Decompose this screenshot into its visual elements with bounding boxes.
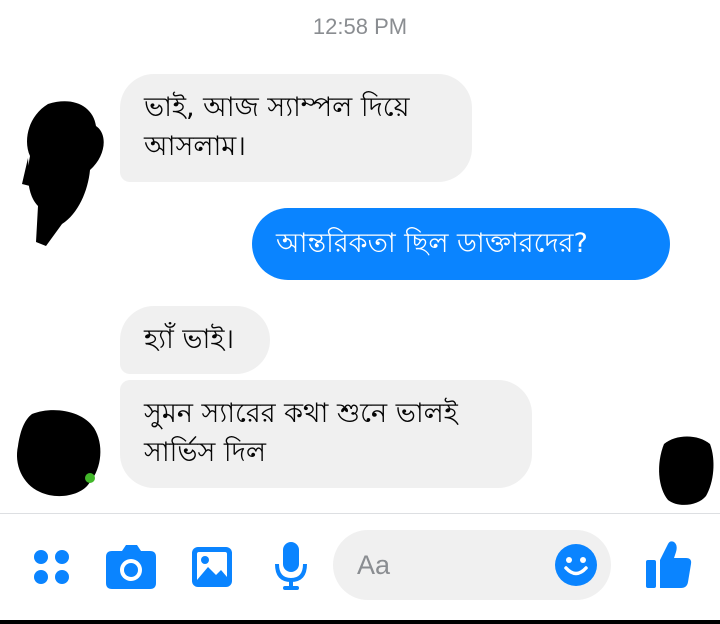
outgoing-message-bubble[interactable]: আন্তরিকতা ছিল ডাক্তারদের?	[252, 208, 670, 280]
camera-icon[interactable]	[106, 545, 156, 589]
incoming-message-bubble[interactable]: হ্যাঁ ভাই।	[120, 306, 270, 374]
emoji-icon[interactable]	[555, 544, 597, 586]
like-icon[interactable]	[646, 540, 692, 588]
redacted-seen-avatar	[659, 436, 714, 505]
apps-icon[interactable]	[32, 547, 72, 587]
message-text: আন্তরিকতা ছিল ডাক্তারদের?	[276, 228, 588, 259]
message-text: ভাই, আজ স্যাম্পল দিয়ে আসলাম।	[144, 92, 410, 162]
redacted-avatar-bottom	[16, 410, 101, 497]
gallery-icon[interactable]	[192, 547, 232, 587]
message-text: সুমন স্যারের কথা শুনে ভালই সার্ভিস দিল	[144, 398, 458, 468]
microphone-icon[interactable]	[274, 542, 308, 590]
incoming-message-bubble[interactable]: ভাই, আজ স্যাম্পল দিয়ে আসলাম।	[120, 74, 472, 182]
redacted-avatar-top	[22, 101, 104, 246]
message-timestamp: 12:58 PM	[312, 14, 408, 39]
message-input[interactable]: Aa	[333, 530, 611, 600]
system-navigation-edge	[0, 620, 720, 624]
message-input-placeholder: Aa	[357, 550, 391, 580]
incoming-message-bubble[interactable]: সুমন স্যারের কথা শুনে ভালই সার্ভিস দিল	[120, 380, 532, 488]
message-text: হ্যাঁ ভাই।	[144, 324, 235, 355]
